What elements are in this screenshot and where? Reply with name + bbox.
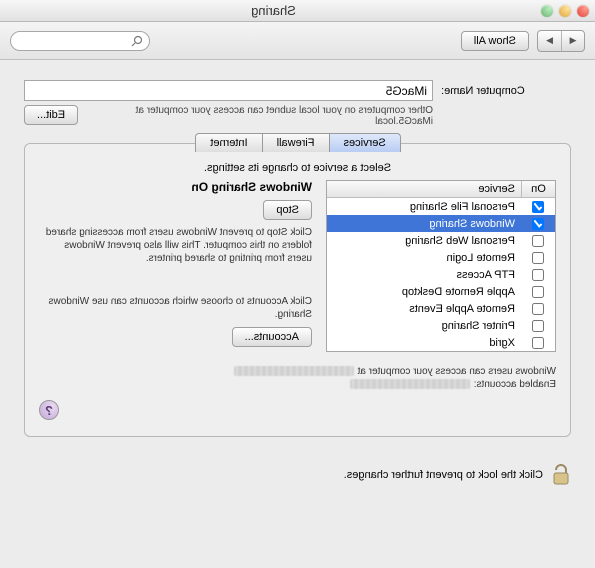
tab-firewall[interactable]: Firewall — [262, 133, 330, 152]
table-row[interactable]: Windows Sharing — [327, 215, 555, 232]
window-title: Sharing — [6, 3, 541, 18]
service-name: FTP Access — [327, 269, 521, 281]
zoom-button[interactable] — [541, 5, 553, 17]
show-all-button[interactable]: Show All — [461, 31, 529, 51]
accounts-button[interactable]: Accounts... — [232, 327, 312, 347]
minimize-button[interactable] — [559, 5, 571, 17]
edit-button[interactable]: Edit... — [24, 105, 78, 125]
table-row[interactable]: Remote Apple Events — [327, 300, 555, 317]
service-checkbox[interactable] — [532, 320, 544, 332]
toolbar: ◀ ▶ Show All — [0, 22, 595, 60]
service-checkbox[interactable] — [532, 252, 544, 264]
services-card: Services Firewall Internet Select a serv… — [24, 143, 571, 437]
table-row[interactable]: Apple Remote Desktop — [327, 283, 555, 300]
tab-services[interactable]: Services — [329, 133, 401, 152]
arrow-left-icon: ◀ — [570, 35, 577, 46]
tabs: Services Firewall Internet — [39, 133, 556, 152]
detail-desc: Click Stop to prevent Windows users from… — [39, 226, 312, 265]
window-controls — [541, 5, 589, 17]
nav-buttons: ◀ ▶ — [537, 30, 585, 52]
service-name: Apple Remote Desktop — [327, 286, 521, 298]
header-service: Service — [327, 181, 521, 197]
stop-button[interactable]: Stop — [263, 200, 312, 220]
table-row[interactable]: Remote Login — [327, 249, 555, 266]
service-name: Remote Apple Events — [327, 303, 521, 315]
computer-name-label: Computer Name: — [441, 85, 571, 97]
blurred-accounts — [350, 379, 470, 389]
table-row[interactable]: Xgrid — [327, 334, 555, 351]
service-name: Printer Sharing — [327, 320, 521, 332]
lock-text: Click the lock to prevent further change… — [344, 469, 543, 481]
service-checkbox[interactable] — [532, 303, 544, 315]
footer-access: Windows users can access your computer a… — [358, 366, 556, 377]
titlebar: Sharing — [0, 0, 595, 22]
card-hint: Select a service to change its settings. — [39, 162, 556, 174]
computer-name-helper: Other computers on your local subnet can… — [78, 105, 433, 127]
tab-internet[interactable]: Internet — [195, 133, 262, 152]
service-checkbox[interactable] — [532, 218, 544, 230]
service-name: Personal File Sharing — [327, 201, 521, 213]
table-row[interactable]: FTP Access — [327, 266, 555, 283]
service-checkbox[interactable] — [532, 269, 544, 281]
service-name: Xgrid — [327, 337, 521, 349]
header-on: On — [521, 181, 555, 197]
table-row[interactable]: Printer Sharing — [327, 317, 555, 334]
service-checkbox[interactable] — [532, 235, 544, 247]
services-table: On Service Personal File Sharing Windows … — [326, 180, 556, 352]
table-row[interactable]: Personal Web Sharing — [327, 232, 555, 249]
blurred-address — [234, 366, 354, 376]
detail-title: Windows Sharing On — [39, 180, 312, 194]
forward-button[interactable]: ▶ — [538, 31, 561, 51]
close-button[interactable] — [577, 5, 589, 17]
table-header: On Service — [327, 181, 555, 198]
service-checkbox[interactable] — [532, 286, 544, 298]
arrow-right-icon: ▶ — [546, 35, 553, 46]
help-button[interactable]: ? — [39, 400, 59, 420]
lock-icon[interactable] — [551, 463, 571, 487]
accounts-desc: Click Accounts to choose which accounts … — [39, 295, 312, 321]
service-name: Windows Sharing — [327, 218, 521, 230]
service-checkbox[interactable] — [532, 337, 544, 349]
table-row[interactable]: Personal File Sharing — [327, 198, 555, 215]
footer-accounts: Enabled accounts: — [474, 379, 556, 390]
computer-name-field[interactable] — [24, 80, 433, 101]
service-name: Personal Web Sharing — [327, 235, 521, 247]
search-icon — [131, 35, 143, 47]
search-input[interactable] — [10, 31, 150, 51]
service-name: Remote Login — [327, 252, 521, 264]
back-button[interactable]: ◀ — [561, 31, 584, 51]
service-detail: Windows Sharing On Stop Click Stop to pr… — [39, 180, 312, 352]
service-checkbox[interactable] — [532, 201, 544, 213]
